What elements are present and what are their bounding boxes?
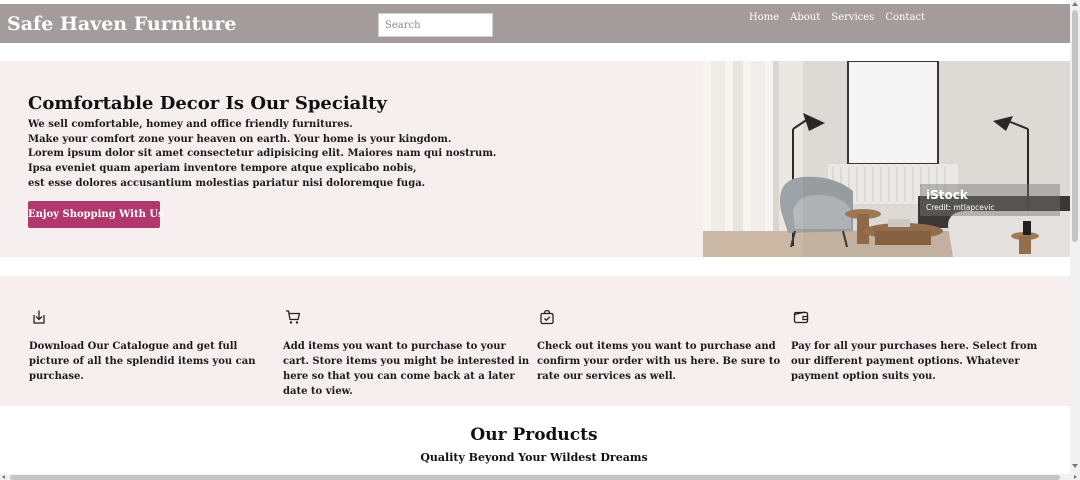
nav-contact[interactable]: Contact [885, 12, 925, 23]
scroll-thumb[interactable] [1072, 10, 1078, 242]
enjoy-shopping-button[interactable]: Enjoy Shopping With Us [28, 201, 164, 228]
watermark-logo: iStock [926, 188, 968, 202]
hero-line: We sell comfortable, homey and office fr… [28, 119, 353, 130]
feature-text: Add items you want to purchase to your c… [283, 341, 530, 397]
bag-check-icon[interactable] [539, 309, 555, 325]
nav-links: Home About Services Contact [749, 12, 925, 23]
brand-title[interactable]: Safe Haven Furniture [7, 13, 236, 35]
scroll-up-icon[interactable] [1072, 2, 1078, 6]
hero-line: Lorem ipsum dolor sit amet consectetur a… [28, 148, 497, 160]
feature-text: Check out items you want to purchase and… [537, 341, 781, 382]
hero-line: Ipsa eveniet quam aperiam inventore temp… [28, 163, 417, 175]
nav-services[interactable]: Services [831, 12, 874, 23]
nav-about[interactable]: About [790, 12, 820, 23]
features-section: Download Our Catalogue and get full pict… [0, 276, 1070, 406]
scroll-left-icon[interactable] [2, 475, 5, 479]
hero-line: Make your comfort zone your heaven on ea… [28, 133, 452, 145]
scroll-right-icon[interactable] [1074, 475, 1077, 479]
hero-description: We sell comfortable, homey and office fr… [28, 118, 496, 192]
navbar: Safe Haven Furniture Home About Services… [0, 4, 1070, 43]
cart-icon[interactable] [285, 309, 301, 325]
vertical-scrollbar[interactable] [1070, 0, 1080, 474]
nav-home[interactable]: Home [749, 12, 779, 23]
watermark-credit: Credit: mtlapcevic [926, 203, 995, 212]
living-room-photo [703, 61, 1070, 257]
download-icon[interactable] [31, 309, 47, 325]
istock-watermark: iStock Credit: mtlapcevic [920, 184, 1060, 216]
search-input[interactable] [378, 13, 493, 37]
wallet-icon[interactable] [793, 309, 809, 325]
feature-text: Download Our Catalogue and get full pict… [29, 341, 256, 382]
products-subtitle: Quality Beyond Your Wildest Dreams [420, 451, 648, 464]
scroll-down-icon[interactable] [1072, 464, 1078, 468]
products-title: Our Products [470, 425, 598, 445]
feature-text: Pay for all your purchases here. Select … [791, 341, 1038, 382]
hero-line: est esse dolores accusantium molestias p… [28, 177, 426, 189]
scroll-thumb[interactable] [10, 475, 1060, 480]
hero-image: iStock Credit: mtlapcevic [703, 61, 1070, 257]
hero-section: Comfortable Decor Is Our Specialty We se… [0, 61, 1070, 257]
hero-title: Comfortable Decor Is Our Specialty [28, 93, 387, 114]
horizontal-scrollbar[interactable] [0, 474, 1080, 480]
